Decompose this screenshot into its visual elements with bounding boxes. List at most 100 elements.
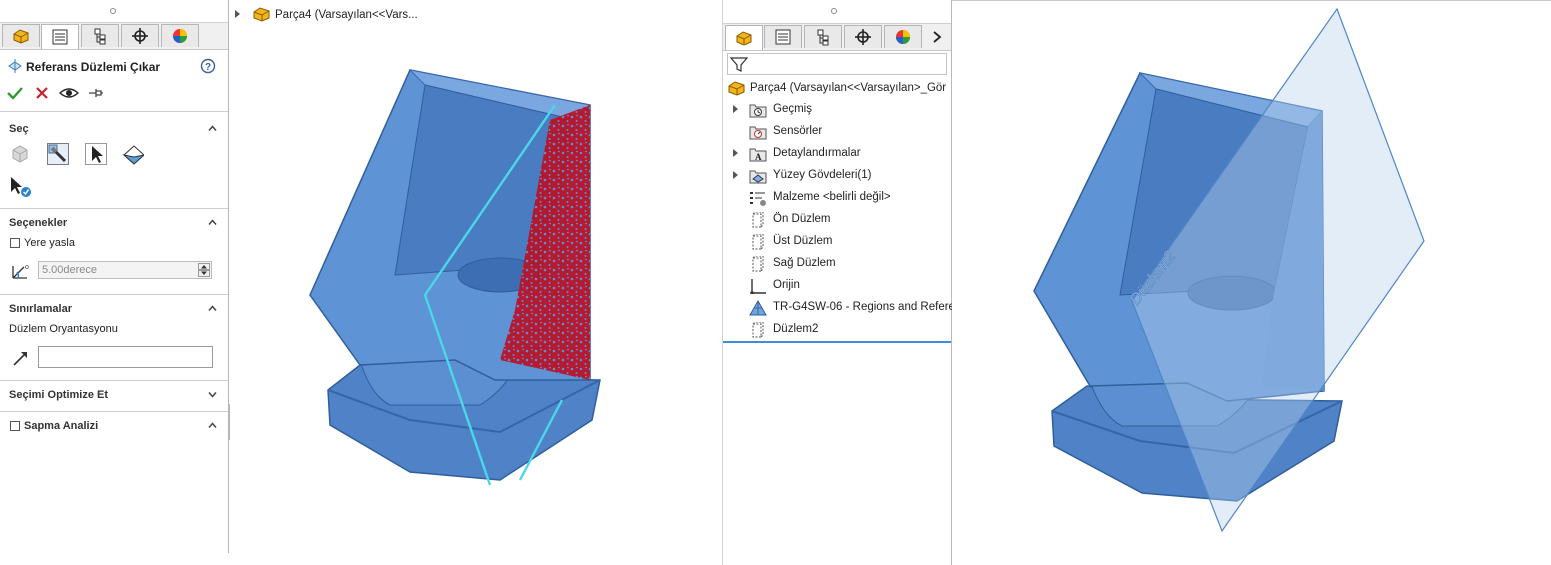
tree-item[interactable]: A Detaylandırmalar — [723, 143, 951, 165]
chevron-up-icon[interactable] — [208, 124, 217, 133]
divider — [0, 111, 228, 112]
tree-root-label[interactable]: Parça4 (Varsayılan<<Varsayılan>_Gör — [750, 82, 946, 94]
rollback-bar[interactable] — [723, 341, 951, 343]
select-section-title: Seç — [9, 123, 29, 135]
panel-grip[interactable] — [110, 8, 116, 14]
box-select-button[interactable] — [85, 143, 107, 165]
manager-tabbar — [723, 23, 951, 51]
tree-item[interactable]: TR-G4SW-06 - Regions and Refere — [723, 297, 955, 319]
chevron-down-icon[interactable] — [208, 390, 217, 399]
direction-arrow-icon — [13, 352, 27, 366]
expand-arrow-icon[interactable] — [733, 171, 738, 179]
expand-arrow-icon[interactable] — [733, 149, 738, 157]
tree-item[interactable]: Ön Düzlem — [723, 209, 951, 231]
panel-grip[interactable] — [831, 8, 837, 14]
tree-item[interactable]: Geçmiş — [723, 99, 951, 121]
part-icon — [728, 81, 745, 96]
chevron-up-icon[interactable] — [208, 421, 217, 430]
dimxpert-crosshair-icon — [855, 29, 871, 45]
tab-configuration-manager[interactable] — [804, 25, 842, 48]
deviation-analysis-checkbox[interactable] — [10, 421, 20, 431]
scanned-mesh-model[interactable] — [300, 60, 620, 490]
tree-item-label: Sensörler — [773, 125, 823, 137]
scanned-mesh-model-with-plane[interactable]: Düzlem2 — [1012, 1, 1532, 561]
snap-to-ground-checkbox[interactable] — [10, 238, 20, 248]
tab-dimxpert-manager[interactable] — [121, 24, 159, 47]
spin-up-button[interactable] — [198, 263, 210, 270]
tree-item-label: Malzeme <belirli değil> — [773, 191, 891, 203]
expand-arrow-icon[interactable] — [733, 105, 738, 113]
svg-text:?: ? — [205, 62, 211, 73]
tree-item-label: Sağ Düzlem — [773, 257, 836, 269]
tree-item-label: Düzlem2 — [773, 323, 819, 335]
svg-text:o: o — [25, 264, 29, 271]
tab-dimxpert-manager[interactable] — [844, 25, 882, 48]
tree-item-label: Yüzey Gövdeleri(1) — [773, 169, 872, 181]
tab-property-manager[interactable] — [41, 24, 79, 49]
chevron-right-icon[interactable] — [931, 30, 943, 44]
tree-item[interactable]: Malzeme <belirli değil> — [723, 187, 951, 209]
cancel-x-icon[interactable] — [35, 86, 49, 100]
tree-item-label: TR-G4SW-06 - Regions and Refere — [773, 301, 955, 313]
lasso-select-button[interactable] — [122, 143, 144, 165]
origin-icon — [750, 279, 766, 294]
tree-item-label: Ön Düzlem — [773, 213, 831, 225]
feature-manager-tree: Parça4 (Varsayılan<<Varsayılan>_Gör Geçm… — [723, 0, 955, 565]
tree-item-label: Üst Düzlem — [773, 235, 833, 247]
angle-icon: o — [12, 264, 29, 279]
display-manager-icon — [173, 29, 187, 43]
feature-manager-icon — [13, 29, 29, 44]
tab-configuration-manager[interactable] — [81, 24, 119, 47]
tree-item[interactable]: Yüzey Gövdeleri(1) — [723, 165, 951, 187]
part-breadcrumb[interactable]: Parça4 (Varsayılan<<Vars... — [275, 9, 418, 21]
divider — [0, 380, 228, 381]
tree-item[interactable]: Sağ Düzlem — [723, 253, 951, 275]
configuration-manager-icon — [817, 29, 829, 46]
triangle-down-icon — [201, 271, 207, 275]
panel-title: Referans Düzlemi Çıkar — [26, 60, 161, 74]
constraints-section-title: Sınırlamalar — [9, 303, 72, 315]
tree-item[interactable]: Orijin — [723, 275, 951, 297]
tab-display-manager[interactable] — [161, 24, 199, 47]
tab-feature-manager[interactable] — [725, 25, 763, 50]
options-section-title: Seçenekler — [9, 217, 68, 229]
expand-arrow-icon[interactable] — [235, 10, 240, 18]
history-folder-icon — [749, 104, 767, 118]
plane-icon — [752, 256, 764, 272]
feature-manager-icon — [736, 31, 752, 46]
tree-item-label: Detaylandırmalar — [773, 147, 861, 159]
tree-item[interactable]: Düzlem2 — [723, 319, 951, 341]
tab-feature-manager[interactable] — [2, 24, 40, 47]
triangle-up-icon — [201, 265, 207, 269]
pin-icon[interactable] — [88, 86, 104, 100]
chevron-up-icon[interactable] — [208, 304, 217, 313]
tree-item-label: Orijin — [773, 279, 800, 291]
property-manager-icon — [52, 29, 68, 45]
pointer-arrow-icon — [92, 146, 103, 163]
deviation-section-title: Sapma Analizi — [24, 420, 99, 432]
graphics-viewport-right[interactable]: Düzlem2 — [952, 0, 1551, 565]
help-icon[interactable]: ? — [200, 58, 216, 74]
ok-check-icon[interactable] — [7, 86, 23, 100]
tree-item[interactable]: Üst Düzlem — [723, 231, 951, 253]
snap-to-ground-label: Yere yasla — [24, 237, 75, 249]
angle-spinbox[interactable]: 5.00derece — [38, 261, 212, 279]
svg-text:A: A — [755, 152, 762, 162]
tab-property-manager[interactable] — [764, 25, 802, 48]
tab-display-manager[interactable] — [884, 25, 922, 48]
paint-select-button[interactable] — [47, 143, 69, 165]
surface-bodies-folder-icon — [749, 170, 767, 184]
select-validate-button[interactable] — [9, 176, 31, 198]
preview-eye-icon[interactable] — [59, 86, 79, 100]
region-fill-icon — [122, 145, 144, 165]
select-body-button[interactable] — [9, 143, 31, 165]
property-manager-icon — [775, 29, 791, 45]
spin-down-button[interactable] — [198, 270, 210, 277]
tree-item[interactable]: Sensörler — [723, 121, 951, 143]
orientation-field[interactable] — [38, 346, 213, 368]
manager-tabbar — [0, 22, 228, 50]
chevron-up-icon[interactable] — [208, 218, 217, 227]
sensor-folder-icon — [749, 126, 767, 140]
graphics-viewport-left[interactable]: Parça4 (Varsayılan<<Vars... — [230, 0, 722, 565]
tree-filter-box[interactable] — [727, 53, 947, 75]
